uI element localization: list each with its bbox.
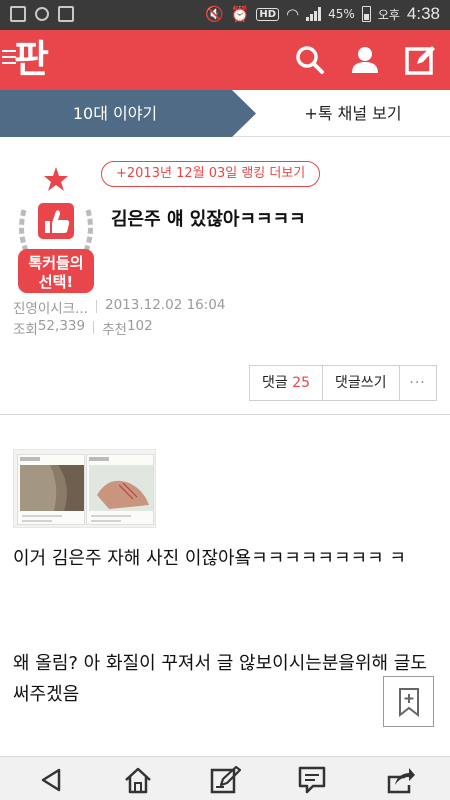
comment-button[interactable]	[292, 763, 332, 797]
post-image-thumbnail	[17, 454, 85, 525]
bottom-navigation	[0, 756, 450, 800]
back-icon	[41, 768, 61, 792]
views-count: 52,339	[37, 318, 86, 334]
bookmark-add-icon	[398, 687, 419, 717]
post-meta-stats: 조회 52,339 추천 102	[13, 318, 153, 338]
likes-label: 추천	[102, 322, 127, 338]
home-icon	[125, 767, 151, 794]
comment-icon	[298, 766, 326, 794]
status-bar: 🔇 ⏰ HD ◠ 45% 오후 4:38	[0, 0, 450, 30]
battery-percent: 45%	[328, 7, 355, 21]
search-icon	[296, 46, 324, 74]
post-body-paragraph: 왜 올림? 아 화질이 꾸져서 글 않보이시는분을위해 글도 써주겠음	[13, 653, 427, 705]
back-button[interactable]	[32, 763, 72, 797]
post-image[interactable]	[13, 449, 156, 528]
post-date: 2013.12.02 16:04	[104, 297, 226, 313]
badge-label-1: 톡커들의	[28, 254, 83, 272]
write-icon	[405, 46, 435, 75]
profile-button[interactable]	[347, 42, 383, 78]
home-button[interactable]	[118, 763, 158, 797]
app-logo[interactable]: 판	[14, 34, 49, 84]
tab-teen-story[interactable]: 10대 이야기	[0, 90, 256, 137]
post-image-thumbnail	[86, 454, 154, 525]
comments-label: 댓글	[262, 375, 288, 391]
notification-icons	[10, 6, 74, 22]
post-body-paragraph: 이거 김은주 자해 사진 이잖아욬ㅋㅋㅋㅋㅋㅋㅋㅋ ㅋ	[13, 548, 406, 569]
battery-icon	[361, 6, 371, 22]
bookmark-button[interactable]	[383, 676, 434, 727]
comments-count: 25	[292, 375, 311, 391]
talkers-choice-badge: 톡커들의 선택!	[18, 167, 94, 293]
edit-button[interactable]	[206, 763, 246, 797]
tab-bar: 10대 이야기 +톡 채널 보기	[0, 90, 450, 137]
write-button[interactable]	[403, 42, 439, 78]
wifi-icon: ◠	[286, 5, 300, 23]
tab-teen-story-label: 10대 이야기	[72, 104, 158, 123]
alarm-icon: ⏰	[230, 5, 250, 23]
write-comment-button[interactable]: 댓글쓰기	[323, 366, 400, 400]
clock: 4:38	[406, 4, 440, 23]
sync-notification-icon	[35, 7, 49, 21]
post-actions: 댓글 25 댓글쓰기 ···	[249, 365, 437, 401]
share-button[interactable]	[380, 763, 420, 797]
divider	[95, 300, 97, 313]
ranking-more-link[interactable]: +2013년 12월 03일 랭킹 더보기	[101, 161, 321, 187]
ampm: 오후	[377, 7, 400, 22]
user-icon	[352, 47, 378, 73]
post-title: 김은주 얘 있잖아ㅋㅋㅋㅋ	[111, 209, 306, 230]
author-name[interactable]: 진영이시크...	[13, 297, 88, 317]
badge-label-2: 선택!	[39, 273, 73, 291]
post-meta-author-date: 진영이시크... 2013.12.02 16:04	[13, 297, 225, 317]
share-icon	[387, 768, 415, 794]
app-header: 판	[0, 30, 450, 90]
system-indicators: 🔇 ⏰ HD ◠ 45% 오후 4:38	[205, 4, 440, 24]
post-header: 톡커들의 선택! +2013년 12월 03일 랭킹 더보기 김은주 얘 있잖아…	[0, 137, 450, 415]
comments-button[interactable]: 댓글 25	[250, 366, 324, 400]
views-label: 조회	[13, 322, 38, 338]
more-options-button[interactable]: ···	[400, 366, 436, 400]
hd-indicator: HD	[256, 7, 280, 21]
mute-icon: 🔇	[205, 5, 224, 23]
divider	[93, 321, 95, 334]
recycle-notification-icon	[58, 6, 74, 22]
tab-talk-channel[interactable]: +톡 채널 보기	[256, 90, 450, 137]
likes-count: 102	[126, 318, 153, 334]
signal-icon	[306, 7, 322, 21]
edit-icon	[210, 765, 242, 794]
gallery-notification-icon	[10, 6, 26, 22]
search-button[interactable]	[292, 42, 328, 78]
